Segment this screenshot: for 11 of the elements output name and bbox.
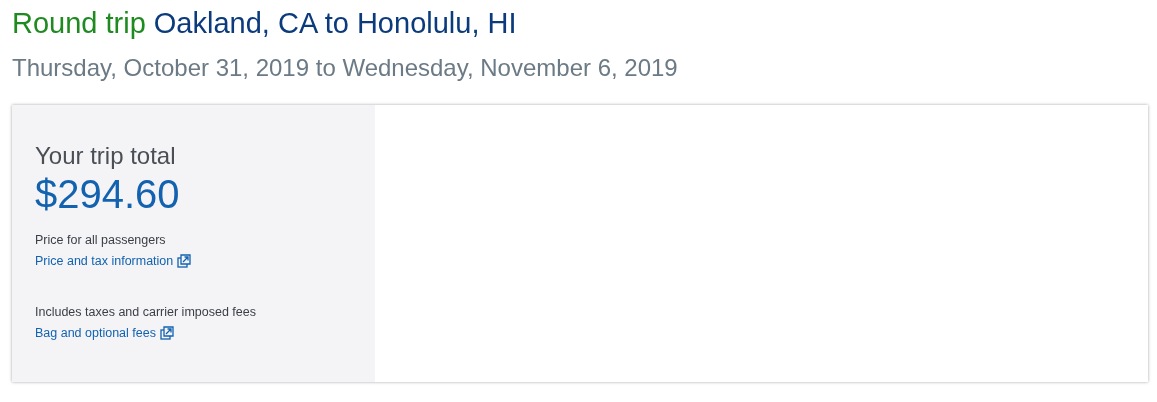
travel-dates: Thursday, October 31, 2019 to Wednesday, November 6, 2019 [12, 53, 679, 83]
trip-total: $294.60 [35, 171, 181, 217]
external-link-icon [159, 326, 174, 340]
trip-type: Round trip [12, 6, 146, 41]
total-label: Your trip total [35, 141, 177, 171]
external-link-icon [177, 254, 192, 268]
price-note: Includes taxes and carrier imposed fees [35, 305, 257, 319]
info-link[interactable]: Price and tax information [35, 254, 192, 268]
route-title: Oakland, CA to Honolulu, HI [153, 6, 517, 41]
price-note: Price for all passengers [35, 233, 167, 247]
info-link[interactable]: Bag and optional fees [35, 326, 174, 340]
